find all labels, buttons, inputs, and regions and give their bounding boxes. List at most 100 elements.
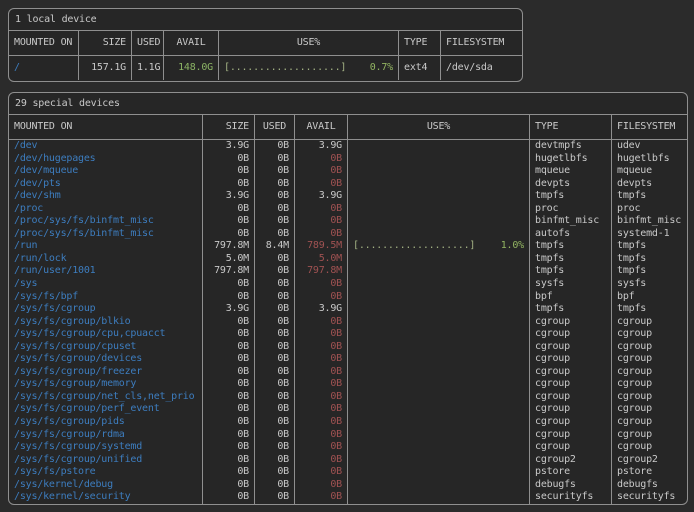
usage-cell <box>347 253 529 266</box>
used-cell: 0B <box>254 391 294 404</box>
used-cell: 0B <box>254 416 294 429</box>
used-cell: 0B <box>254 253 294 266</box>
table-row: /run797.8M8.4M789.5M[...................… <box>9 240 687 253</box>
size-cell: 0B <box>202 278 254 291</box>
avail-cell: 0B <box>294 153 347 166</box>
filesystem-cell: cgroup <box>611 366 687 379</box>
avail-cell: 0B <box>294 429 347 442</box>
avail-cell: 0B <box>294 165 347 178</box>
usage-bar: [...................] <box>224 56 346 80</box>
mounted-on-cell: /dev/mqueue <box>9 165 202 178</box>
type-cell: securityfs <box>529 491 611 504</box>
used-cell: 0B <box>254 265 294 278</box>
column-header-size: SIZE <box>202 115 254 139</box>
usage-cell <box>347 378 529 391</box>
table-header-row: MOUNTED ONSIZEUSEDAVAILUSE%TYPEFILESYSTE… <box>9 31 522 56</box>
size-cell: 0B <box>202 479 254 492</box>
type-cell: cgroup <box>529 441 611 454</box>
used-cell: 0B <box>254 491 294 504</box>
table-row: /sys/fs/cgroup/net_cls,net_prio0B0B0Bcgr… <box>9 391 687 404</box>
usage-cell <box>347 165 529 178</box>
usage-cell: [...................] 0.7% <box>218 56 398 80</box>
size-cell: 0B <box>202 353 254 366</box>
avail-cell: 0B <box>294 291 347 304</box>
size-cell: 0B <box>202 429 254 442</box>
used-cell: 0B <box>254 215 294 228</box>
size-cell: 0B <box>202 215 254 228</box>
size-cell: 157.1G <box>78 56 131 80</box>
column-header-mounted-on: MOUNTED ON <box>9 115 202 139</box>
used-cell: 0B <box>254 366 294 379</box>
size-cell: 0B <box>202 328 254 341</box>
table-row: /sys/fs/cgroup/systemd0B0B0Bcgroupcgroup <box>9 441 687 454</box>
avail-cell: 0B <box>294 215 347 228</box>
used-cell: 0B <box>254 441 294 454</box>
table-row: /run/user/1001797.8M0B797.8Mtmpfstmpfs <box>9 265 687 278</box>
avail-cell: 0B <box>294 203 347 216</box>
table-row: /proc/sys/fs/binfmt_misc0B0B0Bbinfmt_mis… <box>9 215 687 228</box>
table-row: /157.1G1.1G148.0G[...................]0.… <box>9 56 522 80</box>
filesystem-cell: tmpfs <box>611 240 687 253</box>
type-cell: cgroup <box>529 378 611 391</box>
column-header-avail: AVAIL <box>163 31 218 55</box>
mounted-on-cell: /dev/shm <box>9 190 202 203</box>
type-cell: hugetlbfs <box>529 153 611 166</box>
usage-cell <box>347 328 529 341</box>
table-row: /run/lock5.0M0B5.0Mtmpfstmpfs <box>9 253 687 266</box>
usage-percent: 0.7% <box>370 56 393 80</box>
usage-cell <box>347 278 529 291</box>
mounted-on-cell: /run <box>9 240 202 253</box>
filesystem-cell: /dev/sda <box>440 56 522 80</box>
type-cell: tmpfs <box>529 303 611 316</box>
used-cell: 0B <box>254 403 294 416</box>
size-cell: 5.0M <box>202 253 254 266</box>
type-cell: mqueue <box>529 165 611 178</box>
mounted-on-cell: /sys/fs/cgroup/systemd <box>9 441 202 454</box>
mounted-on-cell: /sys/fs/cgroup/cpuset <box>9 341 202 354</box>
usage-bar: [...................] <box>353 240 475 253</box>
table-row: /sys/kernel/security0B0B0Bsecurityfssecu… <box>9 491 687 504</box>
table-row: /dev/pts0B0B0Bdevptsdevpts <box>9 178 687 191</box>
avail-cell: 0B <box>294 353 347 366</box>
used-cell: 0B <box>254 429 294 442</box>
usage-cell <box>347 265 529 278</box>
type-cell: cgroup <box>529 341 611 354</box>
avail-cell: 0B <box>294 316 347 329</box>
type-cell: binfmt_misc <box>529 215 611 228</box>
avail-cell: 797.8M <box>294 265 347 278</box>
size-cell: 0B <box>202 291 254 304</box>
type-cell: cgroup <box>529 353 611 366</box>
table-row: /sys/fs/cgroup/cpuset0B0B0Bcgroupcgroup <box>9 341 687 354</box>
avail-cell: 0B <box>294 391 347 404</box>
table-header-row: MOUNTED ONSIZEUSEDAVAILUSE%TYPEFILESYSTE… <box>9 115 687 140</box>
duf-terminal-output: 1 local device MOUNTED ONSIZEUSEDAVAILUS… <box>0 0 694 512</box>
mounted-on-cell: /sys/fs/cgroup/perf_event <box>9 403 202 416</box>
type-cell: sysfs <box>529 278 611 291</box>
column-header-filesystem: FILESYSTEM <box>611 115 687 139</box>
table-row: /sys/fs/cgroup/devices0B0B0Bcgroupcgroup <box>9 353 687 366</box>
filesystem-cell: tmpfs <box>611 190 687 203</box>
filesystem-cell: proc <box>611 203 687 216</box>
type-cell: cgroup <box>529 391 611 404</box>
column-header-filesystem: FILESYSTEM <box>440 31 522 55</box>
used-cell: 0B <box>254 291 294 304</box>
type-cell: tmpfs <box>529 253 611 266</box>
size-cell: 0B <box>202 466 254 479</box>
usage-cell <box>347 228 529 241</box>
column-header-used: USED <box>131 31 163 55</box>
mounted-on-cell: /dev/pts <box>9 178 202 191</box>
avail-cell: 0B <box>294 479 347 492</box>
filesystem-cell: securityfs <box>611 491 687 504</box>
avail-cell: 0B <box>294 341 347 354</box>
used-cell: 0B <box>254 278 294 291</box>
usage-cell <box>347 441 529 454</box>
size-cell: 0B <box>202 341 254 354</box>
used-cell: 0B <box>254 316 294 329</box>
mounted-on-cell: /proc/sys/fs/binfmt_misc <box>9 228 202 241</box>
type-cell: tmpfs <box>529 240 611 253</box>
usage-cell <box>347 190 529 203</box>
filesystem-cell: cgroup <box>611 416 687 429</box>
avail-cell: 0B <box>294 403 347 416</box>
filesystem-cell: udev <box>611 140 687 153</box>
usage-cell <box>347 479 529 492</box>
